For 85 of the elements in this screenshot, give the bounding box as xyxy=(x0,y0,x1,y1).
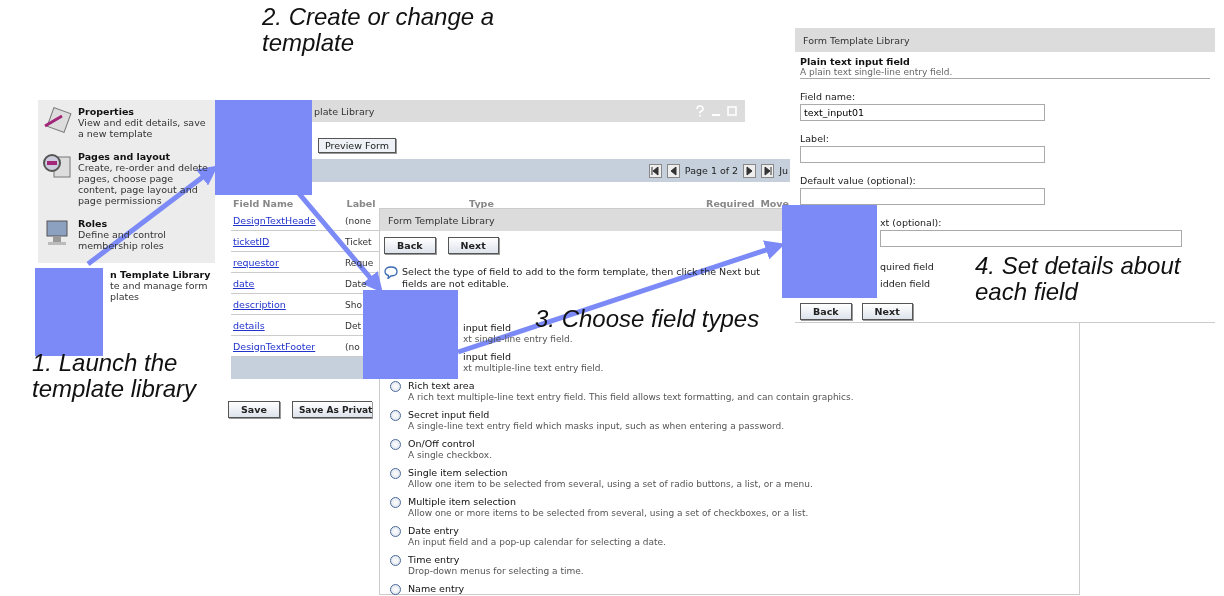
window-title: Form Template Library xyxy=(803,34,910,46)
window-title: Form Template Library xyxy=(388,214,495,226)
field-name-link[interactable]: description xyxy=(233,298,286,310)
option-label: quired field xyxy=(880,261,934,272)
field-label: Field name: xyxy=(800,91,857,102)
document-pen-icon xyxy=(42,106,72,134)
menu-item-description: Create, re-order and delete pages, choose page content, page layout and page permissions xyxy=(78,162,209,206)
field-type-title: On/Off control xyxy=(408,438,476,449)
field-name-link[interactable]: ticketID xyxy=(233,235,270,247)
step-caption: 1. Launch the template library xyxy=(32,350,198,402)
menu-item-title[interactable]: Roles xyxy=(78,218,211,229)
radio-button[interactable] xyxy=(390,410,401,421)
menu-item-description: View and edit details, save a new template xyxy=(78,117,207,139)
menu-item-title[interactable]: Pages and layout xyxy=(78,151,211,162)
field-name-link[interactable]: details xyxy=(233,319,265,331)
menu-item-description: te and manage form plates xyxy=(110,280,209,302)
next-page-icon[interactable] xyxy=(743,163,757,178)
next-button[interactable]: Next xyxy=(447,237,499,254)
next-button[interactable]: Next xyxy=(861,303,913,320)
instruction-text: fields are not editable. xyxy=(402,278,511,290)
field-label: Label: xyxy=(800,133,830,144)
table-cell: Ticket xyxy=(345,236,372,247)
field-type-description: Drop-down menus for selecting a time. xyxy=(408,565,584,577)
field-type-description: A rich text multiple-line text entry field. This field allows text formatting, and can contain graphics. xyxy=(408,391,854,403)
radio-button[interactable] xyxy=(390,497,401,508)
field-type-description: Allow one or more items to be selected from several, using a set of checkboxes, or a list. xyxy=(408,507,809,519)
field-type-title: Multiple item selection xyxy=(408,496,517,507)
field-type-title: input field xyxy=(463,351,512,362)
prev-page-icon[interactable] xyxy=(666,163,680,178)
input-field[interactable] xyxy=(800,146,1045,163)
field-label: xt (optional): xyxy=(880,217,943,228)
input-field[interactable] xyxy=(880,230,1182,247)
first-page-icon[interactable] xyxy=(648,163,662,178)
field-name-link[interactable]: requestor xyxy=(233,256,279,268)
save-button[interactable]: Save xyxy=(228,401,280,418)
save-as-button[interactable]: Save As Privat xyxy=(291,401,373,418)
radio-button[interactable] xyxy=(390,555,401,566)
radio-button[interactable] xyxy=(390,381,401,392)
magnifier-page-icon xyxy=(42,151,72,179)
table-cell: Date xyxy=(345,278,367,289)
window-title: plate Library xyxy=(314,105,375,117)
step-caption: 2. Create or change a template xyxy=(262,4,496,56)
field-type-title: Secret input field xyxy=(408,409,491,420)
field-name-link[interactable]: DesignTextFooter xyxy=(233,340,316,352)
menu-item-title[interactable]: n Template Library xyxy=(110,269,211,280)
input-field[interactable]: text_input01 xyxy=(800,104,1045,121)
field-name-link[interactable]: date xyxy=(233,277,255,289)
option-label: idden field xyxy=(880,278,931,289)
input-field[interactable] xyxy=(800,188,1045,205)
field-type-title: Name entry xyxy=(408,583,465,594)
radio-button[interactable] xyxy=(390,526,401,537)
field-type-description: An input field and a pop-up calendar for selecting a date. xyxy=(408,536,666,548)
table-cell: (no xyxy=(345,341,360,352)
field-name-link[interactable]: DesignTextHeade xyxy=(233,214,316,226)
column-header: Required xyxy=(706,197,756,209)
back-button[interactable]: Back xyxy=(800,303,852,320)
column-header: Label xyxy=(346,197,377,209)
field-type-description: A single-line text entry field which masks input, such as when entering a password. xyxy=(408,420,785,432)
table-cell: Sho xyxy=(345,299,362,310)
field-type-title: input field xyxy=(463,322,512,333)
back-button[interactable]: Back xyxy=(384,237,436,254)
speech-bubble-icon xyxy=(384,266,398,279)
field-type-description: A plain text single-line entry field. xyxy=(800,67,1210,79)
field-type-heading: Plain text input field xyxy=(800,56,911,67)
instruction-text: Select the type of field to add to the form template, then click the Next but xyxy=(402,266,761,278)
table-cell: (none xyxy=(345,215,371,226)
field-type-title: Time entry xyxy=(408,554,461,565)
last-page-icon[interactable] xyxy=(761,163,775,178)
field-type-title: Rich text area xyxy=(408,380,476,391)
field-type-description: xt multiple-line text entry field. xyxy=(463,362,604,374)
field-type-title: Date entry xyxy=(408,525,460,536)
column-header: Field Name xyxy=(232,197,295,209)
radio-button[interactable] xyxy=(390,584,401,595)
step-caption: 4. Set details about each field xyxy=(975,253,1182,305)
field-label: Default value (optional): xyxy=(800,175,917,186)
radio-button[interactable] xyxy=(390,468,401,479)
table-cell: Det xyxy=(345,320,361,331)
radio-button[interactable] xyxy=(390,439,401,450)
field-type-title: Single item selection xyxy=(408,467,509,478)
preview-form-button[interactable]: Preview Form xyxy=(318,138,396,153)
field-type-description: Allow one item to be selected from several, using a set of radio buttons, a list, or a menu. xyxy=(408,478,813,490)
menu-item-title[interactable]: Properties xyxy=(78,106,211,117)
page-indicator: Page 1 of 2 xyxy=(684,165,739,176)
field-type-description: A single checkbox. xyxy=(408,449,492,461)
pager-label: Ju xyxy=(779,165,788,176)
